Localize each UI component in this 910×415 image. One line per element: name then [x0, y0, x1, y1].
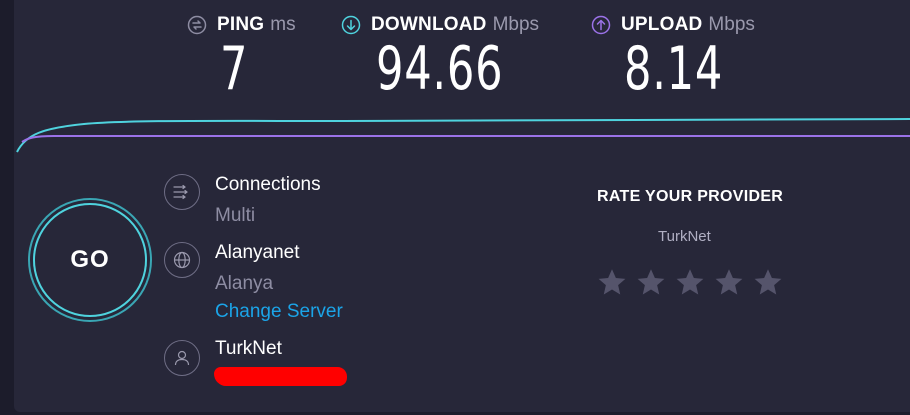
connections-value[interactable]: Multi — [215, 205, 255, 227]
globe-icon — [164, 242, 200, 278]
download-arrow-icon — [341, 15, 361, 35]
rate-provider-name: TurkNet — [658, 228, 711, 245]
user-icon — [164, 340, 200, 376]
go-button[interactable]: GO — [33, 203, 147, 317]
upload-graph-line — [21, 135, 910, 143]
rating-stars — [597, 267, 783, 297]
upload-label: UPLOAD — [621, 14, 703, 35]
star-5[interactable] — [753, 267, 783, 297]
rate-provider-title: RATE YOUR PROVIDER — [597, 188, 784, 205]
isp-name: TurkNet — [215, 338, 282, 359]
upload-arrow-icon — [591, 15, 611, 35]
upload-unit: Mbps — [708, 14, 755, 35]
star-2[interactable] — [636, 267, 666, 297]
ping-label: PING — [217, 14, 265, 35]
connections-icon — [164, 174, 200, 210]
upload-value: 8.14 — [624, 34, 724, 104]
server-name: Alanyanet — [215, 242, 300, 263]
star-4[interactable] — [714, 267, 744, 297]
download-value: 94.66 — [376, 34, 504, 104]
go-button-label: GO — [70, 246, 110, 273]
download-unit: Mbps — [492, 14, 540, 35]
change-server-link[interactable]: Change Server — [215, 301, 343, 323]
connections-title: Connections — [215, 174, 321, 195]
redaction-mark — [214, 367, 347, 386]
ping-icon — [187, 15, 207, 35]
ping-value: 7 — [220, 34, 249, 104]
ping-unit: ms — [270, 14, 296, 35]
server-location: Alanya — [215, 273, 274, 294]
star-1[interactable] — [597, 267, 627, 297]
star-3[interactable] — [675, 267, 705, 297]
download-label: DOWNLOAD — [371, 14, 487, 35]
speed-graph — [16, 118, 910, 153]
